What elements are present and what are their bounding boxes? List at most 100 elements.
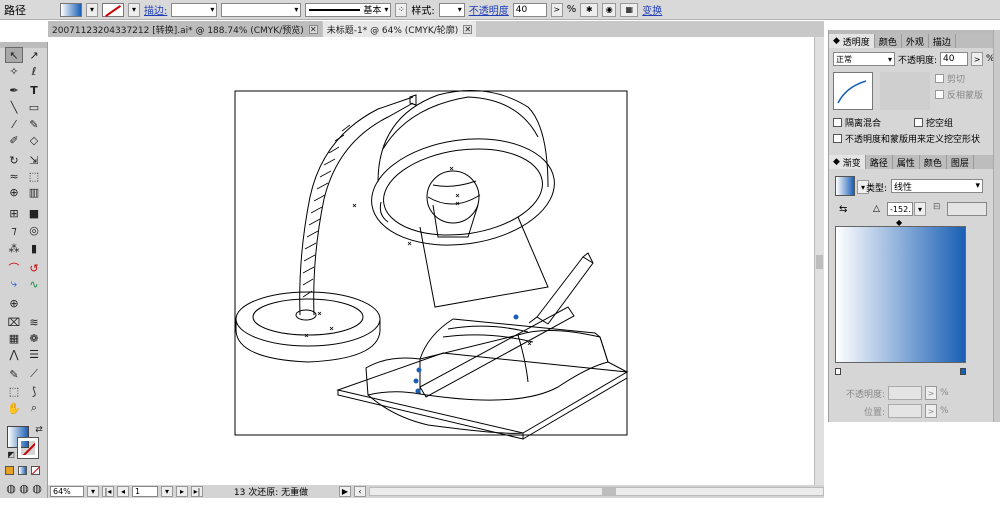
blend-mode-dropdown[interactable]: 正常 ▾ bbox=[833, 52, 895, 66]
smooth-tool-icon[interactable]: ∿ bbox=[25, 276, 43, 292]
doc-tab-1[interactable]: 20071123204337212 [转换].ai* @ 188.74% (CM… bbox=[48, 21, 322, 37]
tab-color[interactable]: 颜色 bbox=[875, 34, 902, 48]
invert-mask-checkbox[interactable] bbox=[935, 90, 944, 99]
gradient-location-input[interactable] bbox=[888, 404, 922, 418]
isolate-blending-checkbox[interactable] bbox=[833, 118, 842, 127]
global-edit-icon[interactable]: ◉ bbox=[602, 2, 617, 17]
pencil-tool-icon[interactable]: ✎ bbox=[25, 116, 43, 132]
vertical-scroll-thumb[interactable] bbox=[816, 255, 823, 269]
reshape-tool-icon[interactable]: ↺ bbox=[25, 260, 43, 276]
color-mode-button[interactable] bbox=[5, 466, 14, 475]
fill-swatch[interactable] bbox=[60, 2, 82, 17]
first-artboard-button[interactable]: |◂ bbox=[102, 486, 114, 497]
envelope-tool-icon[interactable]: ⌧ bbox=[5, 314, 23, 330]
scroll-left-button[interactable]: ‹ bbox=[354, 486, 366, 497]
opacity-link[interactable]: 不透明度 bbox=[469, 2, 509, 17]
variable-width-profile[interactable]: ▾ bbox=[221, 2, 302, 17]
panel-opacity-slider-toggle[interactable]: > bbox=[971, 52, 984, 66]
eyedropper-alt-tool-icon[interactable]: ✎ bbox=[5, 366, 23, 382]
aspect-ratio-input[interactable] bbox=[947, 202, 987, 216]
knockout-group-checkbox[interactable] bbox=[914, 118, 923, 127]
tab-stroke[interactable]: 描边 bbox=[929, 34, 956, 48]
stroke-color-box[interactable] bbox=[17, 437, 39, 459]
artboard-field[interactable]: 1 bbox=[132, 486, 158, 497]
close-icon[interactable]: ✕ bbox=[308, 24, 318, 34]
vertical-scrollbar[interactable] bbox=[814, 37, 824, 485]
blob-brush-tool-icon[interactable]: ✐ bbox=[5, 132, 23, 148]
blend-tool-icon[interactable]: ◎ bbox=[25, 222, 43, 238]
symbol-sprayer-tool-icon[interactable]: ⁂ bbox=[5, 240, 23, 256]
default-colors-icon[interactable]: ◩ bbox=[2, 446, 20, 462]
free-transform-tool-icon[interactable]: ⬚ bbox=[25, 168, 43, 184]
panel-opacity-input[interactable]: 40 bbox=[940, 52, 969, 66]
rotate-tool-icon[interactable]: ↻ bbox=[5, 152, 23, 168]
tab-color-2[interactable]: 颜色 bbox=[920, 155, 947, 169]
gradient-angle-dropdown[interactable]: ▾ bbox=[914, 202, 926, 216]
line-tool-icon[interactable]: ╲ bbox=[5, 99, 23, 115]
align-stroke-icon[interactable]: ⁘ bbox=[395, 2, 408, 17]
close-icon[interactable]: ✕ bbox=[463, 24, 473, 34]
doc-tab-2[interactable]: 未标题-1* @ 64% (CMYK/轮廓) ✕ bbox=[322, 21, 477, 37]
gradient-stop-start[interactable] bbox=[835, 368, 841, 375]
artboard-dropdown[interactable]: ▾ bbox=[161, 486, 173, 497]
scale-tool-icon[interactable]: ⇲ bbox=[25, 152, 43, 168]
zigzag-tool-icon[interactable]: ⋀ bbox=[5, 346, 23, 362]
tab-attributes[interactable]: 属性 bbox=[893, 155, 920, 169]
gradient-mode-button[interactable] bbox=[18, 466, 27, 475]
gradient-type-dropdown[interactable]: 线性 ▾ bbox=[891, 179, 983, 193]
fill-dropdown[interactable]: ▾ bbox=[86, 2, 98, 17]
next-artboard-button[interactable]: ▸ bbox=[176, 486, 188, 497]
target-tool-icon[interactable]: ⊕ bbox=[5, 295, 23, 311]
clip-checkbox[interactable] bbox=[935, 74, 944, 83]
gradient-preview-bar[interactable] bbox=[835, 226, 966, 363]
shape-builder-tool-icon[interactable]: ⊕ bbox=[5, 184, 23, 200]
direct-selection-tool-icon[interactable]: ↗ bbox=[25, 47, 43, 63]
magic-wand-tool-icon[interactable]: ✧ bbox=[5, 63, 23, 79]
tab-transparency[interactable]: ◆ 透明度 bbox=[829, 34, 875, 48]
mask-thumbnail[interactable] bbox=[880, 72, 930, 110]
warp-tool-icon[interactable]: ≋ bbox=[25, 314, 43, 330]
measure-tool-icon[interactable]: ⟋ bbox=[25, 366, 43, 382]
status-menu-arrow[interactable]: ▶ bbox=[339, 486, 351, 497]
tab-appearance[interactable]: 外观 bbox=[902, 34, 929, 48]
draw-inside-icon[interactable]: ◍ bbox=[28, 480, 46, 496]
column-graph-tool-icon[interactable]: ▮ bbox=[25, 240, 43, 256]
artboard-tool-icon[interactable]: ⬚ bbox=[5, 383, 23, 399]
zoom-field[interactable]: 64% bbox=[50, 486, 84, 497]
brush-definition[interactable]: 基本 ▾ bbox=[305, 2, 392, 17]
path-direction-tool-icon[interactable]: ⤷ bbox=[5, 276, 23, 292]
selection-tool-icon[interactable]: ↖ bbox=[5, 47, 23, 63]
graphic-style-dropdown[interactable]: ▾ bbox=[438, 2, 465, 17]
grid-tool-icon[interactable]: ▦ bbox=[5, 330, 23, 346]
anchor-point-tool-icon[interactable]: ⌒ bbox=[5, 260, 23, 276]
transform-link[interactable]: 变换 bbox=[642, 2, 662, 17]
mesh-tool-icon[interactable]: ⊞ bbox=[5, 205, 23, 221]
stroke-link[interactable]: 描边: bbox=[144, 2, 167, 17]
swap-fill-stroke-icon[interactable]: ⇄ bbox=[30, 422, 48, 438]
opacity-mask-knockout-checkbox[interactable] bbox=[833, 134, 842, 143]
none-mode-button[interactable] bbox=[31, 466, 40, 475]
paintbrush-tool-icon[interactable]: ⁄ bbox=[5, 116, 23, 132]
pen-tool-icon[interactable]: ✒ bbox=[5, 82, 23, 98]
opacity-input[interactable]: 40 bbox=[512, 2, 547, 17]
stroke-dropdown[interactable]: ▾ bbox=[128, 2, 140, 17]
lasso-tool-icon[interactable]: ℓ bbox=[25, 63, 43, 79]
opacity-slider-toggle[interactable]: > bbox=[550, 2, 563, 17]
tab-layers[interactable]: 图层 bbox=[947, 155, 974, 169]
recolor-artwork-icon[interactable]: ✱ bbox=[580, 2, 599, 17]
eraser-tool-icon[interactable]: ◇ bbox=[25, 132, 43, 148]
gradient-opacity-input[interactable] bbox=[888, 386, 922, 400]
zoom-tool-icon[interactable]: ⌕ bbox=[25, 400, 43, 416]
reverse-gradient-icon[interactable]: ⇆ bbox=[839, 204, 847, 215]
previous-artboard-button[interactable]: ◂ bbox=[117, 486, 129, 497]
gradient-stop-end[interactable] bbox=[960, 368, 966, 375]
tab-gradient[interactable]: ◆ 渐变 bbox=[829, 155, 866, 169]
eyedropper-tool-icon[interactable]: ⁊ bbox=[5, 222, 23, 238]
zoom-dropdown[interactable]: ▾ bbox=[87, 486, 99, 497]
align-tool-icon[interactable]: ☰ bbox=[25, 346, 43, 362]
horizontal-scroll-thumb[interactable] bbox=[602, 488, 616, 495]
twirl-tool-icon[interactable]: ❁ bbox=[25, 330, 43, 346]
stroke-swatch[interactable] bbox=[102, 2, 124, 17]
gradient-opacity-toggle[interactable]: > bbox=[925, 386, 937, 400]
slice-tool-icon[interactable]: ⟆ bbox=[25, 383, 43, 399]
